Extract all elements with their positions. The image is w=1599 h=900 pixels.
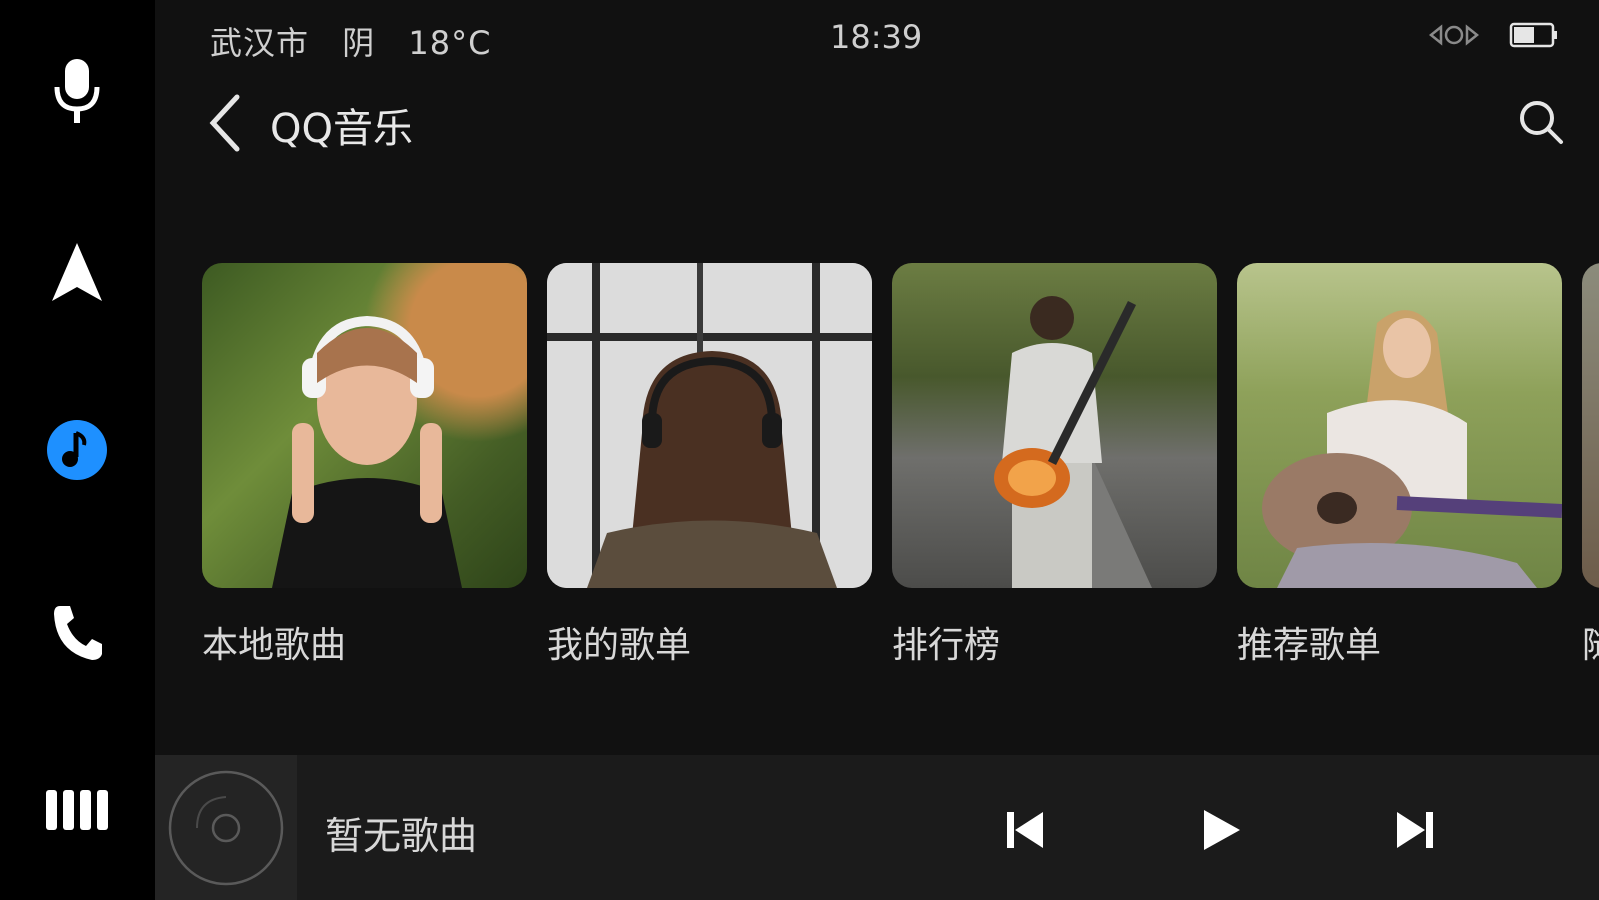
microphone-icon (54, 59, 100, 123)
category-card-recommended[interactable]: 推荐歌单 (1237, 263, 1562, 683)
temperature-label: 18°C (408, 24, 492, 62)
music-button[interactable] (37, 410, 117, 490)
category-card-local[interactable]: 本地歌曲 (202, 263, 527, 683)
navigation-button[interactable] (37, 232, 117, 312)
disc-icon (168, 770, 284, 885)
man-with-guitar-road-image (892, 263, 1217, 588)
album-art[interactable] (155, 755, 297, 900)
link-icon (1428, 24, 1480, 46)
category-label: 我的歌单 (547, 625, 692, 666)
apps-grid-icon (46, 790, 108, 830)
status-bar: 武汉市 阴 18°C 18:39 (155, 0, 1599, 76)
navigation-arrow-icon (52, 243, 102, 301)
previous-icon (1007, 812, 1043, 848)
weather-label: 阴 (342, 24, 376, 62)
phone-icon (54, 606, 102, 660)
weather-info: 武汉市 阴 18°C (210, 18, 513, 64)
woman-playing-guitar-image (1237, 263, 1562, 588)
apps-button[interactable] (37, 770, 117, 850)
search-icon (1520, 101, 1563, 144)
category-list: 本地歌曲 我的歌单 排行榜 推荐歌单 (202, 263, 1599, 683)
girl-headphones-window-image (547, 263, 872, 588)
next-icon (1397, 812, 1433, 848)
next-button[interactable] (1380, 795, 1450, 865)
play-icon (1204, 810, 1240, 850)
category-label: 随 (1582, 616, 1599, 668)
search-button[interactable] (1511, 92, 1571, 152)
woman-with-headphones-image (202, 263, 527, 588)
app-header: QQ音乐 (155, 82, 1599, 162)
battery-icon (1509, 22, 1557, 48)
song-title: 暂无歌曲 (325, 814, 478, 858)
category-label: 本地歌曲 (202, 625, 347, 666)
music-icon (47, 420, 107, 480)
clock: 18:39 (830, 18, 923, 56)
category-card-partial[interactable]: 随 (1582, 263, 1599, 683)
main-panel: 武汉市 阴 18°C 18:39 QQ音乐 本地歌曲 我的歌单 排行榜 推荐歌单 (155, 0, 1599, 755)
page-title: QQ音乐 (270, 106, 413, 152)
back-chevron-icon (209, 94, 240, 152)
back-button[interactable] (195, 88, 255, 158)
previous-button[interactable] (990, 795, 1060, 865)
microphone-button[interactable] (37, 52, 117, 132)
category-label: 排行榜 (892, 625, 1001, 666)
mini-player: 暂无歌曲 (155, 755, 1599, 900)
left-dock (0, 0, 155, 900)
phone-button[interactable] (37, 592, 117, 672)
status-icons (1427, 22, 1559, 48)
category-card-charts[interactable]: 排行榜 (892, 263, 1217, 683)
category-label: 推荐歌单 (1237, 625, 1382, 666)
partial-card-image (1582, 263, 1599, 588)
play-button[interactable] (1185, 795, 1255, 865)
category-card-my-playlists[interactable]: 我的歌单 (547, 263, 872, 683)
city-label: 武汉市 (210, 24, 310, 62)
